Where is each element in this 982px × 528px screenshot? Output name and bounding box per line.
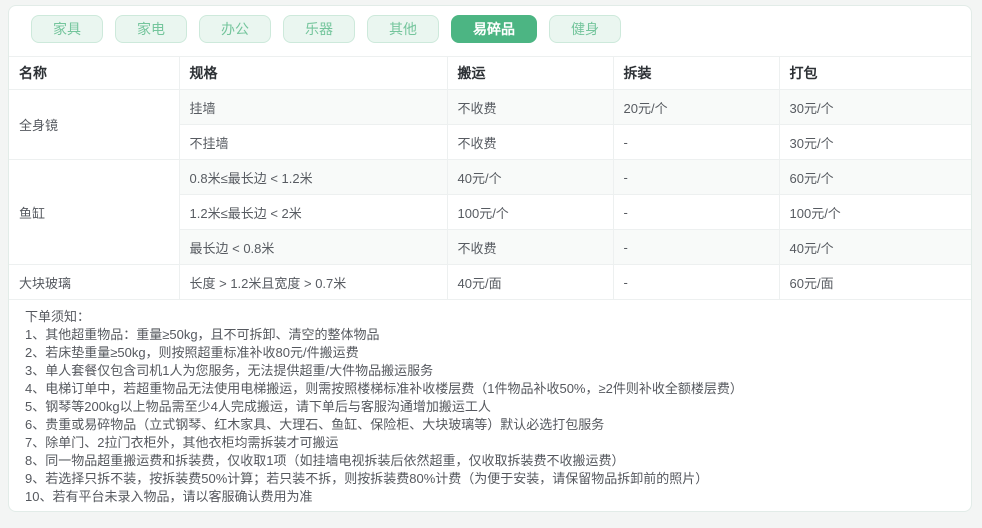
tab-fitness[interactable]: 健身 — [549, 15, 621, 43]
category-tabbar: 家具 家电 办公 乐器 其他 易碎品 健身 — [9, 6, 971, 43]
price-table: 名称 规格 搬运 拆装 打包 全身镜 挂墙 不收费 20元/个 30元/个 不挂… — [9, 56, 971, 300]
item-name: 全身镜 — [9, 89, 180, 160]
note-line: 10、若有平台未录入物品，请以客服确认费用为准 — [25, 489, 313, 504]
spec-cell: 0.8米≤最长边 < 1.2米 — [179, 159, 448, 195]
pack-cell: 30元/个 — [779, 89, 971, 125]
table-row: 大块玻璃 长度 > 1.2米且宽度 > 0.7米 40元/面 - 60元/面 — [9, 264, 971, 300]
note-line: 7、除单门、2拉门衣柜外，其他衣柜均需拆装才可搬运 — [25, 435, 339, 450]
disassemble-cell: 20元/个 — [613, 89, 780, 125]
note-line: 1、其他超重物品：重量≥50kg，且不可拆卸、清空的整体物品 — [25, 327, 380, 342]
spec-cell: 挂墙 — [179, 89, 448, 125]
col-header-spec: 规格 — [179, 56, 448, 90]
note-line: 5、钢琴等200kg以上物品需至少4人完成搬运，请下单后与客服沟通增加搬运工人 — [25, 399, 491, 414]
pack-cell: 100元/个 — [779, 194, 971, 230]
col-header-carry: 搬运 — [447, 56, 614, 90]
pricing-card: 家具 家电 办公 乐器 其他 易碎品 健身 名称 规格 搬运 拆装 打包 全身镜… — [8, 5, 972, 512]
spec-cell: 最长边 < 0.8米 — [179, 229, 448, 265]
note-line: 6、贵重或易碎物品（立式钢琴、红木家具、大理石、鱼缸、保险柜、大块玻璃等）默认必… — [25, 417, 605, 432]
tab-instruments[interactable]: 乐器 — [283, 15, 355, 43]
tab-office[interactable]: 办公 — [199, 15, 271, 43]
pack-cell: 40元/个 — [779, 229, 971, 265]
disassemble-cell: - — [613, 124, 780, 160]
col-header-name: 名称 — [9, 56, 180, 90]
note-line: 8、同一物品超重搬运费和拆装费，仅收取1项（如挂墙电视拆装后依然超重，仅收取拆装… — [25, 453, 625, 468]
disassemble-cell: - — [613, 264, 780, 300]
tab-fragile[interactable]: 易碎品 — [451, 15, 537, 43]
spec-cell: 长度 > 1.2米且宽度 > 0.7米 — [179, 264, 448, 300]
carry-cell: 100元/个 — [447, 194, 614, 230]
note-line: 2、若床垫重量≥50kg，则按照超重标准补收80元/件搬运费 — [25, 345, 359, 360]
item-name: 鱼缸 — [9, 159, 180, 265]
table-row: 鱼缸 0.8米≤最长边 < 1.2米 40元/个 - 60元/个 — [9, 159, 971, 265]
col-header-disassemble: 拆装 — [613, 56, 780, 90]
tab-others[interactable]: 其他 — [367, 15, 439, 43]
table-row: 全身镜 挂墙 不收费 20元/个 30元/个 — [9, 89, 971, 160]
order-notes: 下单须知： 1、其他超重物品：重量≥50kg，且不可拆卸、清空的整体物品 2、若… — [9, 300, 971, 514]
table-header-row: 名称 规格 搬运 拆装 打包 — [9, 56, 971, 90]
note-line: 3、单人套餐仅包含司机1人为您服务，无法提供超重/大件物品搬运服务 — [25, 363, 434, 378]
carry-cell: 40元/个 — [447, 159, 614, 195]
pack-cell: 60元/个 — [779, 159, 971, 195]
pack-cell: 30元/个 — [779, 124, 971, 160]
disassemble-cell: - — [613, 194, 780, 230]
disassemble-cell: - — [613, 159, 780, 195]
carry-cell: 不收费 — [447, 124, 614, 160]
note-line: 4、电梯订单中，若超重物品无法使用电梯搬运，则需按照楼梯标准补收楼层费（1件物品… — [25, 381, 743, 396]
carry-cell: 不收费 — [447, 89, 614, 125]
disassemble-cell: - — [613, 229, 780, 265]
pack-cell: 60元/面 — [779, 264, 971, 300]
item-name: 大块玻璃 — [9, 264, 180, 300]
spec-cell: 1.2米≤最长边 < 2米 — [179, 194, 448, 230]
col-header-pack: 打包 — [779, 56, 971, 90]
tab-appliances[interactable]: 家电 — [115, 15, 187, 43]
carry-cell: 40元/面 — [447, 264, 614, 300]
note-line: 9、若选择只拆不装，按拆装费50%计算；若只装不拆，则按拆装费80%计费（为便于… — [25, 471, 709, 486]
tab-furniture[interactable]: 家具 — [31, 15, 103, 43]
carry-cell: 不收费 — [447, 229, 614, 265]
notes-title: 下单须知： — [25, 309, 91, 324]
spec-cell: 不挂墙 — [179, 124, 448, 160]
